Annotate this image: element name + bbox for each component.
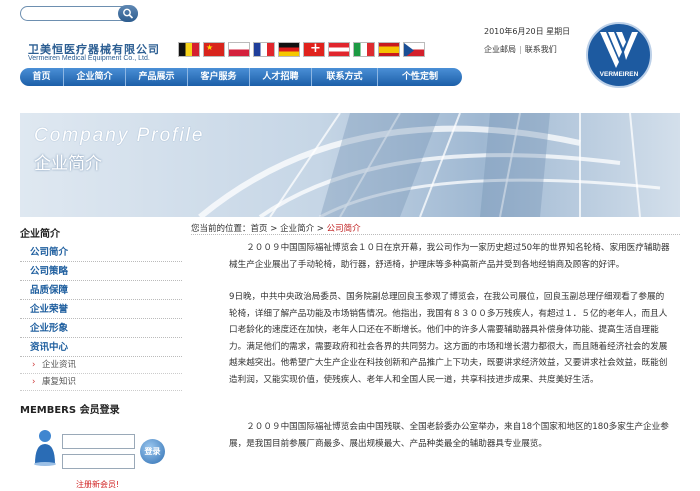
sidebar-item-profile[interactable]: 公司简介	[20, 243, 182, 262]
page: 卫美恒医疗器械有限公司 Vermeiren Medical Equipment …	[0, 0, 700, 491]
email-link[interactable]: 企业邮局	[484, 45, 516, 54]
breadcrumb-home[interactable]: 首页	[251, 224, 268, 234]
banner: Company Profile 企业简介	[20, 113, 680, 217]
sidebar-item-news[interactable]: 资讯中心	[20, 338, 182, 357]
france-flag-icon[interactable]	[253, 42, 275, 57]
user-icon	[34, 430, 56, 466]
brand-logo-text: VERMEIREN	[599, 71, 639, 78]
belgium-flag-icon[interactable]	[178, 42, 200, 57]
poland-flag-icon[interactable]	[228, 42, 250, 57]
austria-flag-icon[interactable]	[328, 42, 350, 57]
breadcrumb-sep: >	[267, 224, 281, 234]
switzerland-flag-icon[interactable]: +	[303, 42, 325, 57]
link-separator: |	[519, 45, 522, 54]
content-paragraph: ２００９中国国际福祉博览会１０日在京开幕，我公司作为一家历史超过50年的世界知名…	[229, 243, 670, 270]
content-paragraph: 9日晚，中共中央政治局委员、国务院副总理回良玉参观了博览会，在我公司展位，回良玉…	[229, 292, 668, 385]
sidebar-subitem-rehab[interactable]: 康复知识	[20, 374, 182, 391]
nav-products[interactable]: 产品展示	[126, 68, 188, 86]
vermeiren-logo: VERMEIREN	[586, 22, 652, 88]
register-link[interactable]: 注册新会员!	[76, 479, 119, 490]
sidebar-subitem-company-news[interactable]: 企业资讯	[20, 357, 182, 374]
nav-custom[interactable]: 个性定制	[378, 68, 462, 86]
contact-link[interactable]: 联系我们	[525, 45, 557, 54]
sidebar-title: 企业简介	[20, 229, 60, 240]
breadcrumb: 您当前的位置：首页 > 企业简介 > 公司简介	[191, 222, 361, 234]
sidebar-item-honors[interactable]: 企业荣誉	[20, 300, 182, 319]
username-input[interactable]	[62, 434, 135, 449]
top-links: 企业邮局 | 联系我们	[484, 44, 557, 55]
vermeiren-logo-icon	[600, 32, 638, 68]
banner-title-en: Company Profile	[34, 125, 205, 146]
czech-flag-icon[interactable]	[403, 42, 425, 57]
nav-jobs[interactable]: 人才招聘	[250, 68, 312, 86]
content-paragraph: ２００９中国国际福祉博览会由中国残联、全国老龄委办公室举办，来自18个国家和地区…	[229, 422, 669, 449]
sidebar-item-image[interactable]: 企业形象	[20, 319, 182, 338]
breadcrumb-prefix: 您当前的位置：	[191, 224, 251, 234]
search-button[interactable]	[118, 5, 138, 22]
germany-flag-icon[interactable]	[278, 42, 300, 57]
main-nav: 首页 企业简介 产品展示 客户服务 人才招聘 联系方式 个性定制	[20, 68, 462, 86]
members-login-title: MEMBERS 会员登录	[20, 405, 120, 416]
language-flags: ★ +	[178, 42, 425, 57]
nav-contact[interactable]: 联系方式	[312, 68, 378, 86]
spain-flag-icon[interactable]	[378, 42, 400, 57]
china-flag-icon[interactable]: ★	[203, 42, 225, 57]
search-icon	[123, 8, 134, 19]
nav-home[interactable]: 首页	[20, 68, 64, 86]
login-button[interactable]: 登录	[140, 439, 165, 464]
breadcrumb-current: 公司简介	[326, 224, 361, 234]
italy-flag-icon[interactable]	[353, 42, 375, 57]
current-date: 2010年6月20日 星期日	[484, 27, 571, 36]
sidebar-item-quality[interactable]: 品质保障	[20, 281, 182, 300]
breadcrumb-section[interactable]: 企业简介	[280, 224, 314, 234]
breadcrumb-sep: >	[314, 224, 327, 234]
breadcrumb-divider	[191, 234, 680, 235]
nav-company[interactable]: 企业简介	[64, 68, 126, 86]
sidebar-item-strategy[interactable]: 公司策略	[20, 262, 182, 281]
banner-title-cn: 企业简介	[34, 154, 102, 174]
company-name-en: Vermeiren Medical Equipment Co., Ltd.	[28, 55, 150, 62]
password-input[interactable]	[62, 454, 135, 469]
nav-service[interactable]: 客户服务	[188, 68, 250, 86]
sidebar-menu: 公司简介 公司策略 品质保障 企业荣誉 企业形象 资讯中心 企业资讯 康复知识	[20, 243, 182, 391]
